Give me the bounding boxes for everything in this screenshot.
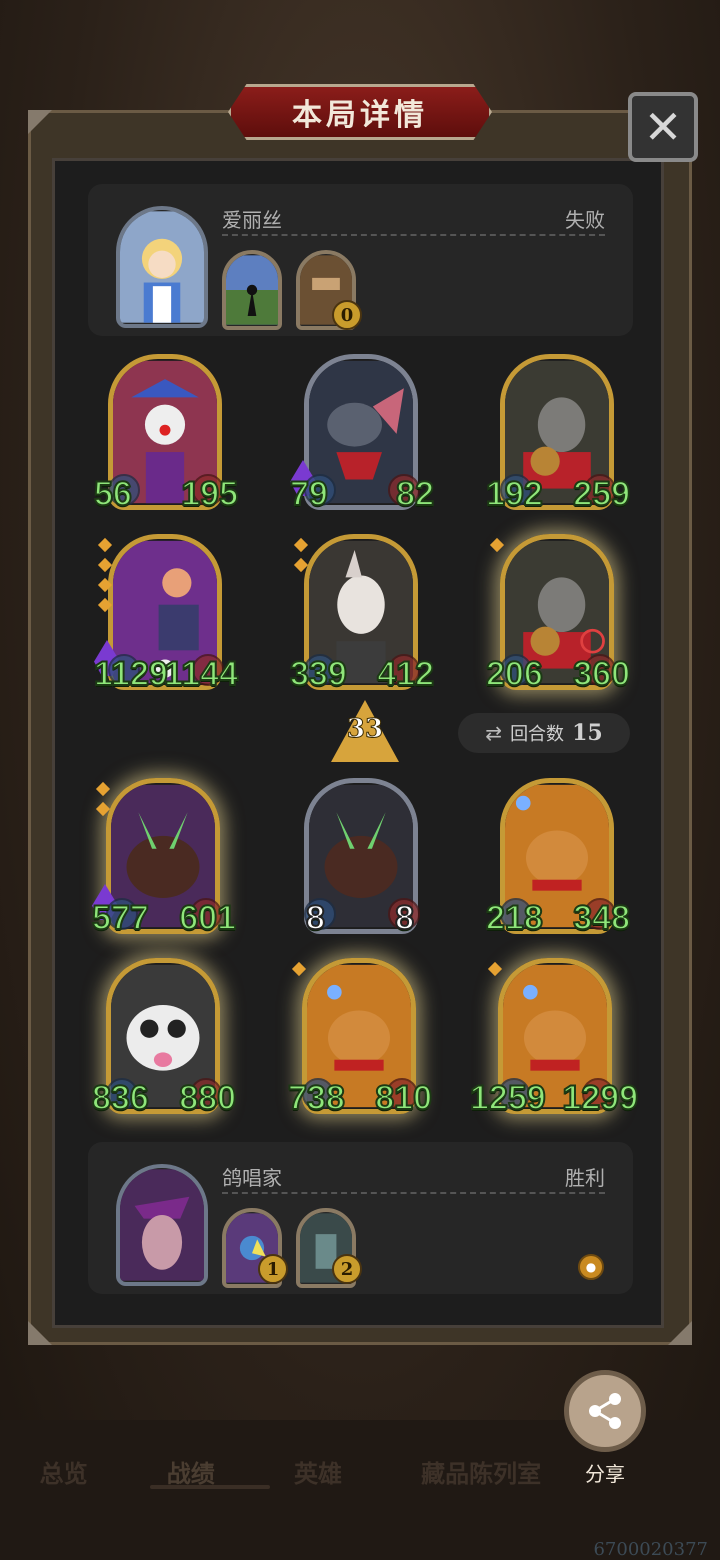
- enemy-unit-6[interactable]: 206 360: [485, 534, 631, 696]
- ally-unit-1[interactable]: 577 601: [91, 778, 237, 940]
- ally-unit-6[interactable]: 1259 1299: [469, 958, 639, 1120]
- unit-health: 1299: [561, 1078, 639, 1118]
- swap-icon: ⇄: [485, 721, 503, 745]
- unit-health: 880: [178, 1078, 237, 1118]
- footer-id: 6700020377: [593, 1539, 708, 1560]
- unit-attack: 577: [91, 898, 150, 938]
- unit-health: 348: [572, 898, 631, 938]
- opponent-card: 爱丽丝 失败 0: [88, 184, 633, 336]
- star-rank: [489, 537, 505, 560]
- coin-icon: ●: [578, 1254, 604, 1280]
- unit-health: 810: [374, 1078, 433, 1118]
- round-label: 回合数: [510, 724, 565, 745]
- star-rank: [487, 961, 503, 984]
- nav-overview[interactable]: 总览: [40, 1454, 88, 1489]
- relic-count-badge: 2: [332, 1254, 362, 1284]
- unit-attack: 79: [289, 474, 329, 514]
- unit-health: 360: [572, 654, 631, 694]
- unit-health: 82: [395, 474, 435, 514]
- ally-unit-2[interactable]: 8 8: [298, 778, 424, 940]
- share-icon: [589, 1393, 621, 1429]
- unit-health: 1144: [163, 654, 239, 694]
- title-plate: 本局详情: [228, 84, 492, 140]
- opponent-name: 爱丽丝: [222, 208, 282, 232]
- player-avatar[interactable]: [116, 1164, 208, 1286]
- player-card: 鸽唱家 胜利 1 2 ●: [88, 1142, 633, 1294]
- enemy-unit-3[interactable]: 192 259: [485, 354, 631, 516]
- unit-attack: 56: [93, 474, 133, 514]
- player-name: 鸽唱家: [222, 1166, 282, 1190]
- nav-record[interactable]: 战绩: [167, 1454, 215, 1489]
- unit-health: 601: [178, 898, 237, 938]
- star-rank: [293, 537, 309, 580]
- relic-count-badge: 1: [258, 1254, 288, 1284]
- unit-health: 259: [572, 474, 631, 514]
- unit-attack: 339: [289, 654, 348, 694]
- unit-attack: 738: [287, 1078, 346, 1118]
- unit-attack: 192: [485, 474, 544, 514]
- opponent-avatar[interactable]: [116, 206, 208, 328]
- unit-attack: 836: [91, 1078, 150, 1118]
- unit-attack: 1129: [93, 654, 169, 694]
- round-counter: ⇄ 回合数 15: [458, 713, 630, 753]
- unit-attack: 1259: [469, 1078, 547, 1118]
- unit-health: 195: [180, 474, 239, 514]
- player-result: 胜利: [565, 1166, 605, 1190]
- unit-health: 8: [394, 898, 415, 938]
- star-rank: [291, 961, 307, 984]
- relic-count-badge: 0: [332, 300, 362, 330]
- ally-unit-5[interactable]: 738 810: [287, 958, 433, 1120]
- star-rank: [97, 537, 113, 620]
- level-value: 33: [346, 714, 384, 745]
- enemy-unit-4[interactable]: 1129 1144: [93, 534, 239, 696]
- ally-unit-4[interactable]: 836 880: [91, 958, 237, 1120]
- unit-attack: 206: [485, 654, 544, 694]
- unit-health: 412: [376, 654, 435, 694]
- enemy-unit-5[interactable]: 339 412: [289, 534, 435, 696]
- nav-heroes[interactable]: 英雄: [294, 1454, 342, 1489]
- enemy-unit-1[interactable]: 56 195: [93, 354, 239, 516]
- close-button[interactable]: ✕: [628, 92, 698, 162]
- dialog-title: 本局详情: [292, 98, 428, 133]
- unit-attack: 218: [485, 898, 544, 938]
- nav-active-indicator: [150, 1485, 270, 1489]
- divider: [222, 234, 605, 236]
- nav-collection[interactable]: 藏品陈列室: [421, 1454, 541, 1489]
- close-icon: ✕: [643, 100, 683, 154]
- unit-attack: 8: [305, 898, 326, 938]
- enemy-unit-2[interactable]: 79 82: [289, 354, 435, 516]
- star-rank: [95, 781, 111, 824]
- ally-unit-3[interactable]: 218 348: [485, 778, 631, 940]
- divider: [222, 1192, 605, 1194]
- share-button[interactable]: [564, 1370, 646, 1452]
- opponent-result: 失败: [565, 208, 605, 232]
- opponent-relic-1[interactable]: [222, 250, 282, 330]
- share-label: 分享: [585, 1462, 625, 1486]
- round-value: 15: [572, 720, 603, 746]
